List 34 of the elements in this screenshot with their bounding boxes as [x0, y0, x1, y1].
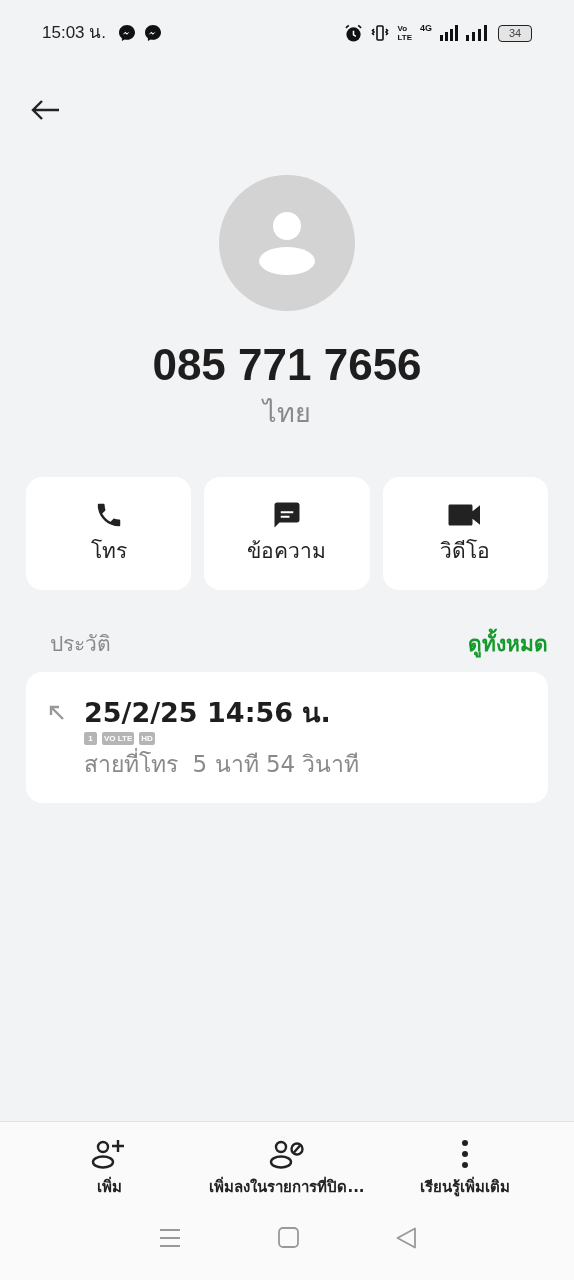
signal-icon	[466, 25, 488, 41]
bottom-action-button[interactable]: เรียนรู้เพิ่มเติม	[376, 1138, 554, 1199]
network-type: 4G	[420, 21, 432, 35]
bottom-action-button[interactable]: เพิ่ม	[20, 1138, 198, 1199]
person-icon	[257, 210, 317, 276]
call-badge: 1	[84, 732, 97, 745]
back-nav-icon[interactable]	[395, 1226, 416, 1249]
block-person-icon	[269, 1138, 305, 1170]
messenger-icon	[144, 24, 162, 42]
action-button[interactable]: วิดีโอ	[382, 477, 548, 590]
call-badge: VO LTE	[102, 732, 135, 745]
call-history-card[interactable]: 25/2/25 14:56 น. 1 VO LTE HD สายที่โทร 5 นาที 54 วินาที	[26, 672, 548, 803]
outgoing-arrow-icon	[48, 704, 66, 722]
action-button[interactable]: ข้อความ	[204, 477, 370, 590]
region-label: ไทย	[263, 396, 311, 430]
add-person-icon	[91, 1138, 127, 1170]
messenger-icon	[118, 24, 136, 42]
volte-indicator: Vo LTE	[397, 24, 412, 42]
battery-indicator: 34	[498, 24, 532, 42]
status-time: 15:03 น.	[42, 22, 106, 45]
bottom-action-button[interactable]: เพิ่มลงในรายการที่ปิด...	[198, 1138, 376, 1199]
recents-nav-icon[interactable]	[158, 1227, 181, 1248]
more-icon	[461, 1138, 469, 1170]
signal-icon	[440, 25, 458, 41]
home-nav-icon[interactable]	[277, 1227, 299, 1248]
action-button[interactable]: โทร	[26, 477, 192, 590]
vibrate-icon	[371, 24, 390, 42]
history-heading: ประวัติ	[50, 631, 111, 659]
call-detail: สายที่โทร 5 นาที 54 วินาที	[84, 747, 360, 781]
phone-number: 085 771 7656	[152, 339, 422, 391]
call-datetime: 25/2/25 14:56 น.	[84, 696, 332, 730]
call-badge: HD	[139, 732, 155, 745]
alarm-icon	[344, 23, 364, 43]
back-arrow-icon	[30, 99, 60, 121]
